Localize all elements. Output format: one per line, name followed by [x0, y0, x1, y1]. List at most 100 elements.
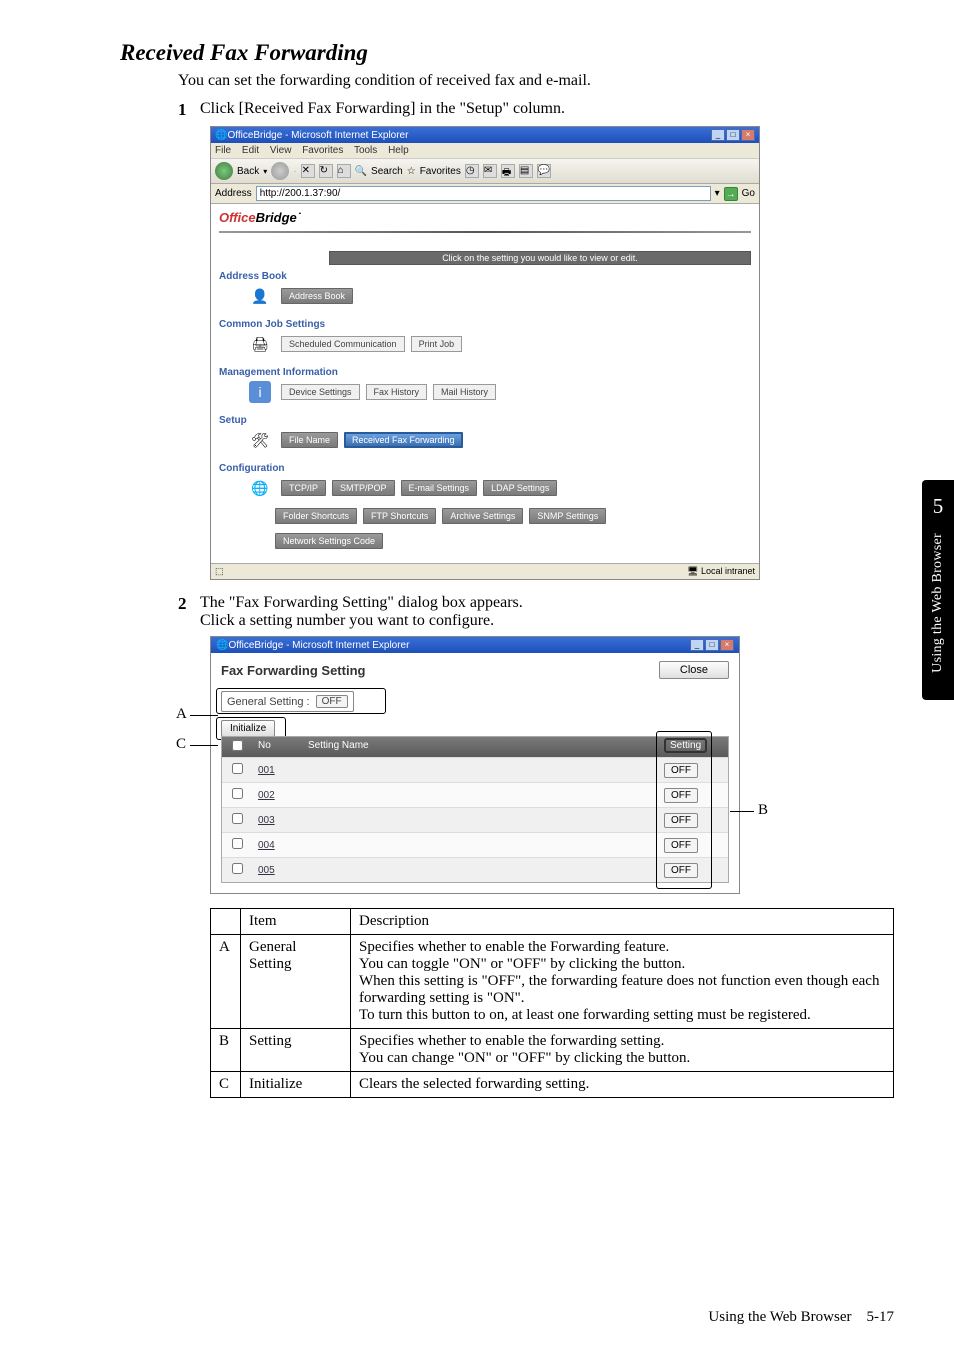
- forward-icon[interactable]: [271, 162, 289, 180]
- zone-icon: 🖥: [687, 566, 698, 576]
- menu-help[interactable]: Help: [388, 145, 409, 156]
- menu-view[interactable]: View: [270, 145, 292, 156]
- section-configuration: Configuration: [219, 463, 751, 474]
- table-desc-b: Specifies whether to enable the forwardi…: [351, 1029, 894, 1072]
- discuss-icon[interactable]: 💬: [537, 164, 551, 178]
- row-no-link[interactable]: 005: [252, 860, 302, 881]
- footer-page-number: 5-17: [867, 1309, 895, 1325]
- snmp-settings-button[interactable]: SNMP Settings: [529, 508, 606, 524]
- table-header-item: Item: [241, 909, 351, 935]
- row-checkbox[interactable]: [232, 763, 243, 774]
- dialog-close-button[interactable]: Close: [659, 661, 729, 679]
- file-name-button[interactable]: File Name: [281, 432, 338, 448]
- table-item-b: Setting: [241, 1029, 351, 1072]
- step-text-2b: Click a setting number you want to confi…: [200, 612, 894, 630]
- ldap-settings-button[interactable]: LDAP Settings: [483, 480, 557, 496]
- section-address-book: Address Book: [219, 271, 751, 282]
- initialize-button[interactable]: Initialize: [221, 720, 275, 737]
- col-checkbox[interactable]: [222, 737, 252, 757]
- row-setting-toggle[interactable]: OFF: [664, 838, 698, 853]
- favorites-icon[interactable]: ☆: [407, 166, 416, 177]
- officebridge-logo: OfficeBridge˙: [219, 210, 751, 225]
- row-checkbox[interactable]: [232, 788, 243, 799]
- description-table: Item Description A General Setting Speci…: [210, 908, 894, 1098]
- close-button[interactable]: ×: [741, 129, 755, 141]
- stop-icon[interactable]: ✕: [301, 164, 315, 178]
- screenshot-dialog: 🌐 OfficeBridge - Microsoft Internet Expl…: [210, 636, 740, 894]
- menu-bar: File Edit View Favorites Tools Help: [211, 143, 759, 158]
- table-item-a: General Setting: [241, 935, 351, 1029]
- dialog-minimize-button[interactable]: _: [690, 639, 704, 651]
- row-no-link[interactable]: 004: [252, 835, 302, 856]
- instruction-banner: Click on the setting you would like to v…: [329, 251, 751, 265]
- step-text-2a: The "Fax Forwarding Setting" dialog box …: [200, 594, 894, 612]
- menu-edit[interactable]: Edit: [242, 145, 259, 156]
- chapter-number: 5: [933, 494, 944, 519]
- row-setting-toggle[interactable]: OFF: [664, 763, 698, 778]
- row-no-link[interactable]: 003: [252, 810, 302, 831]
- archive-settings-button[interactable]: Archive Settings: [442, 508, 523, 524]
- address-label: Address: [215, 188, 252, 199]
- received-fax-forwarding-button[interactable]: Received Fax Forwarding: [344, 432, 463, 448]
- menu-favorites[interactable]: Favorites: [302, 145, 343, 156]
- search-icon[interactable]: 🔍: [355, 166, 367, 177]
- dialog-close-x-button[interactable]: ×: [720, 639, 734, 651]
- chapter-label: Using the Web Browser: [930, 533, 946, 673]
- address-book-button[interactable]: Address Book: [281, 288, 353, 304]
- fax-history-button[interactable]: Fax History: [366, 384, 428, 400]
- step-number-2: 2: [178, 594, 200, 630]
- row-setting-toggle[interactable]: OFF: [664, 813, 698, 828]
- col-no: No: [252, 737, 302, 757]
- callout-label-a: A: [176, 706, 187, 723]
- info-icon: i: [249, 381, 271, 403]
- back-icon[interactable]: [215, 162, 233, 180]
- minimize-button[interactable]: _: [711, 129, 725, 141]
- menu-tools[interactable]: Tools: [354, 145, 377, 156]
- row-checkbox[interactable]: [232, 813, 243, 824]
- table-item-c: Initialize: [241, 1072, 351, 1098]
- refresh-icon[interactable]: ↻: [319, 164, 333, 178]
- edit-icon[interactable]: ▤: [519, 164, 533, 178]
- status-done-icon: ⬚: [215, 566, 224, 577]
- network-settings-code-button[interactable]: Network Settings Code: [275, 533, 383, 549]
- callout-label-b: B: [758, 802, 768, 819]
- ftp-shortcuts-button[interactable]: FTP Shortcuts: [363, 508, 436, 524]
- row-checkbox[interactable]: [232, 863, 243, 874]
- go-button[interactable]: →: [724, 187, 738, 201]
- email-settings-button[interactable]: E-mail Settings: [401, 480, 478, 496]
- row-setting-toggle[interactable]: OFF: [664, 863, 698, 878]
- history-icon[interactable]: ◷: [465, 164, 479, 178]
- smtppop-button[interactable]: SMTP/POP: [332, 480, 395, 496]
- table-row: 003 OFF: [222, 807, 728, 832]
- search-label[interactable]: Search: [371, 166, 403, 177]
- maximize-button[interactable]: □: [726, 129, 740, 141]
- row-checkbox[interactable]: [232, 838, 243, 849]
- section-setup: Setup: [219, 415, 751, 426]
- tcpip-button[interactable]: TCP/IP: [281, 480, 326, 496]
- dialog-window-title: OfficeBridge - Microsoft Internet Explor…: [228, 640, 690, 651]
- menu-file[interactable]: File: [215, 145, 231, 156]
- device-settings-button[interactable]: Device Settings: [281, 384, 360, 400]
- dialog-maximize-button[interactable]: □: [705, 639, 719, 651]
- home-icon[interactable]: ⌂: [337, 164, 351, 178]
- go-label[interactable]: Go: [742, 188, 755, 199]
- general-setting-toggle[interactable]: OFF: [316, 695, 348, 708]
- table-key-c: C: [211, 1072, 241, 1098]
- address-input[interactable]: [256, 186, 711, 201]
- row-no-link[interactable]: 001: [252, 760, 302, 781]
- section-common-jobs: Common Job Settings: [219, 319, 751, 330]
- table-desc-a: Specifies whether to enable the Forwardi…: [351, 935, 894, 1029]
- favorites-label[interactable]: Favorites: [420, 166, 461, 177]
- row-setting-toggle[interactable]: OFF: [664, 788, 698, 803]
- row-no-link[interactable]: 002: [252, 785, 302, 806]
- print-icon[interactable]: 🖶: [501, 164, 515, 178]
- mail-history-button[interactable]: Mail History: [433, 384, 496, 400]
- col-setting: Setting: [664, 738, 707, 753]
- folder-shortcuts-button[interactable]: Folder Shortcuts: [275, 508, 357, 524]
- table-key-a: A: [211, 935, 241, 1029]
- table-row: 002 OFF: [222, 782, 728, 807]
- mail-icon[interactable]: ✉: [483, 164, 497, 178]
- print-job-button[interactable]: Print Job: [411, 336, 463, 352]
- scheduled-comm-button[interactable]: Scheduled Communication: [281, 336, 405, 352]
- back-label[interactable]: Back: [237, 166, 259, 177]
